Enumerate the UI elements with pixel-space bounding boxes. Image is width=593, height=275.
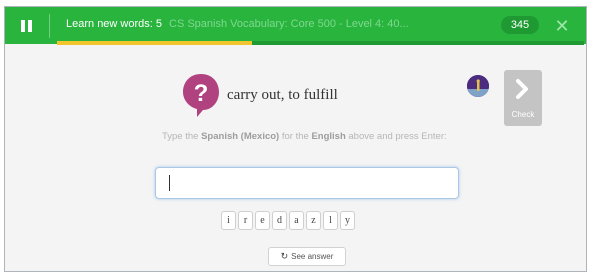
letter-key[interactable]: r [238,211,253,230]
letter-key[interactable]: i [221,211,236,230]
divider [49,14,50,38]
letter-key[interactable]: d [272,211,287,230]
prompt-text: carry out, to fulfill [227,87,338,103]
avatar-icon [467,75,489,97]
letter-keys: iredazly [221,211,355,230]
progress-fill [57,41,252,45]
question-icon: ? [183,74,219,117]
target-language: Spanish (Mexico) [201,131,280,142]
close-button[interactable]: ✕ [551,15,573,37]
check-button[interactable]: Check [504,70,542,126]
text-cursor [169,175,170,191]
score-badge: 345 [501,16,539,34]
close-icon: ✕ [554,16,570,36]
avatar[interactable] [467,75,489,97]
letter-key[interactable]: l [323,211,338,230]
letter-key[interactable]: z [306,211,321,230]
progress-bar [57,41,584,45]
chevron-right-icon [516,79,528,99]
instructions: Type the Spanish (Mexico) for the Englis… [162,131,447,142]
pause-button[interactable] [15,16,37,36]
top-bar: Learn new words: 5 CS Spanish Vocabulary… [5,7,586,45]
course-subtitle: CS Spanish Vocabulary: Core 500 - Level … [169,18,409,30]
letter-key[interactable]: y [340,211,355,230]
letter-key[interactable]: e [255,211,270,230]
learning-panel: Learn new words: 5 CS Spanish Vocabulary… [4,6,587,272]
check-label: Check [511,110,535,119]
source-language: English [311,131,346,142]
pause-icon [20,20,25,32]
refresh-icon: ↻ [280,251,289,261]
svg-text:?: ? [194,80,209,107]
answer-input[interactable] [155,167,459,199]
letter-key[interactable]: a [289,211,304,230]
see-answer-label: See answer [291,252,334,261]
session-title: Learn new words: 5 [66,18,162,30]
see-answer-button[interactable]: ↻ See answer [268,247,346,266]
